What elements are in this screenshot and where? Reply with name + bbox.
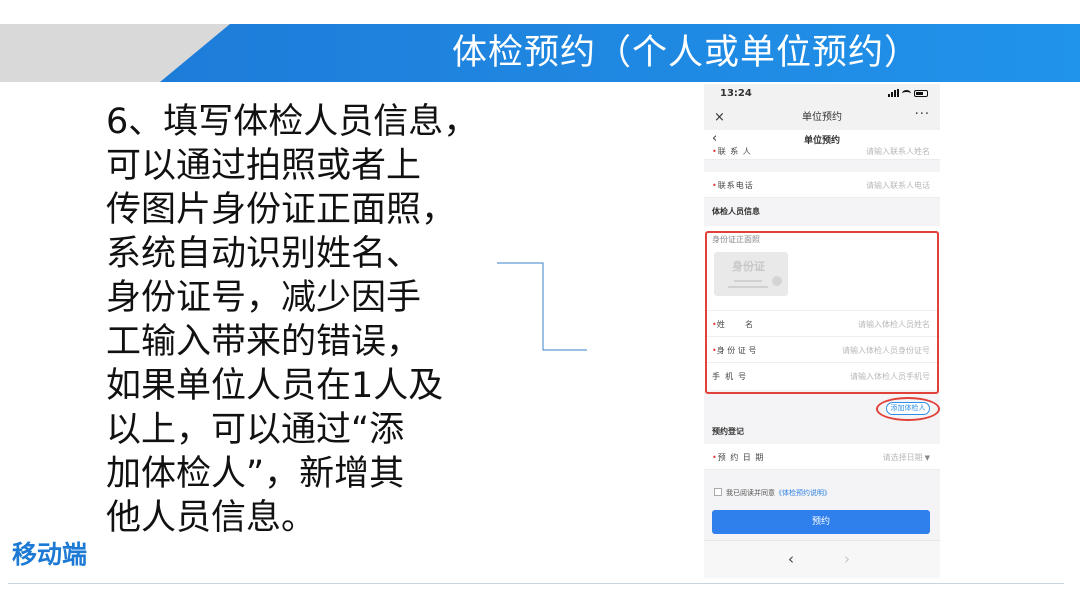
agree-checkbox[interactable] <box>714 488 722 496</box>
status-indicators <box>888 89 928 97</box>
contact-name-input[interactable]: 请输入联系人姓名 <box>866 146 930 157</box>
browser-nav-bar: ‹ › <box>704 540 940 578</box>
status-time: 13:24 <box>720 88 752 99</box>
highlight-examinee-box <box>705 231 939 394</box>
signal-icon <box>888 89 899 97</box>
description-line: 以上，可以通过“添 <box>106 410 405 450</box>
corner-label-mobile: 移动端 <box>12 540 88 569</box>
agreement-link[interactable]: 《体检预约说明》 <box>775 489 831 497</box>
description-line: 工输入带来的错误， <box>106 322 422 362</box>
page-title: 单位预约 <box>803 136 840 146</box>
bottom-divider <box>8 583 1064 584</box>
contact-name-label: •联 系 人 <box>712 147 752 156</box>
callout-connector <box>497 262 587 351</box>
booking-date-row[interactable]: •预 约 日 期 请选择日期 ▼ <box>704 444 940 470</box>
submit-booking-button[interactable]: 预约 <box>712 510 930 534</box>
description-line: 传图片身份证正面照， <box>106 190 457 230</box>
section-booking: 预约登记 <box>704 420 940 444</box>
nav-back-icon[interactable]: ‹ <box>788 550 794 568</box>
slide-title: 体检预约（个人或单位预约） <box>451 33 920 73</box>
agreement-text: 我已阅读并同意《体检预约说明》 <box>726 489 831 497</box>
booking-date-label: •预 约 日 期 <box>712 453 765 462</box>
chevron-down-icon: ▼ <box>924 454 930 462</box>
description-line: 可以通过拍照或者上 <box>106 146 422 186</box>
description-line: 如果单位人员在1人及 <box>106 366 444 406</box>
description-line: 身份证号，减少因手 <box>106 278 422 318</box>
highlight-add-button-oval <box>876 397 940 421</box>
status-bar: 13:24 <box>704 84 940 106</box>
booking-date-select[interactable]: 请选择日期 ▼ <box>883 452 930 463</box>
contact-phone-input[interactable]: 请输入联系人电话 <box>866 180 930 191</box>
contact-phone-label: •联系电话 <box>712 181 754 190</box>
description-line: 他人员信息。 <box>106 498 317 538</box>
description-line: 6、填写体检人员信息， <box>106 102 479 142</box>
contact-name-row[interactable]: •联 系 人 请输入联系人姓名 <box>704 146 940 160</box>
description-text: 6、填写体检人员信息， 可以通过拍照或者上 传图片身份证正面照， 系统自动识别姓… <box>106 100 516 540</box>
description-line: 加体检人”，新增其 <box>106 454 405 494</box>
nav-forward-icon[interactable]: › <box>844 550 850 568</box>
app-title: 单位预约 <box>802 112 842 123</box>
section-examinee-info: 体检人员信息 <box>704 200 940 224</box>
agreement-row: 我已阅读并同意《体检预约说明》 <box>704 482 940 504</box>
contact-phone-row[interactable]: •联系电话 请输入联系人电话 <box>704 172 940 198</box>
battery-icon <box>914 89 928 97</box>
description-line: 系统自动识别姓名、 <box>106 234 422 274</box>
app-title-bar: × 单位预约 ··· <box>704 106 940 130</box>
header-banner: 体检预约（个人或单位预约） <box>0 24 1080 82</box>
more-icon[interactable]: ··· <box>915 103 930 127</box>
close-icon[interactable]: × <box>714 106 725 130</box>
wifi-icon <box>902 89 911 97</box>
